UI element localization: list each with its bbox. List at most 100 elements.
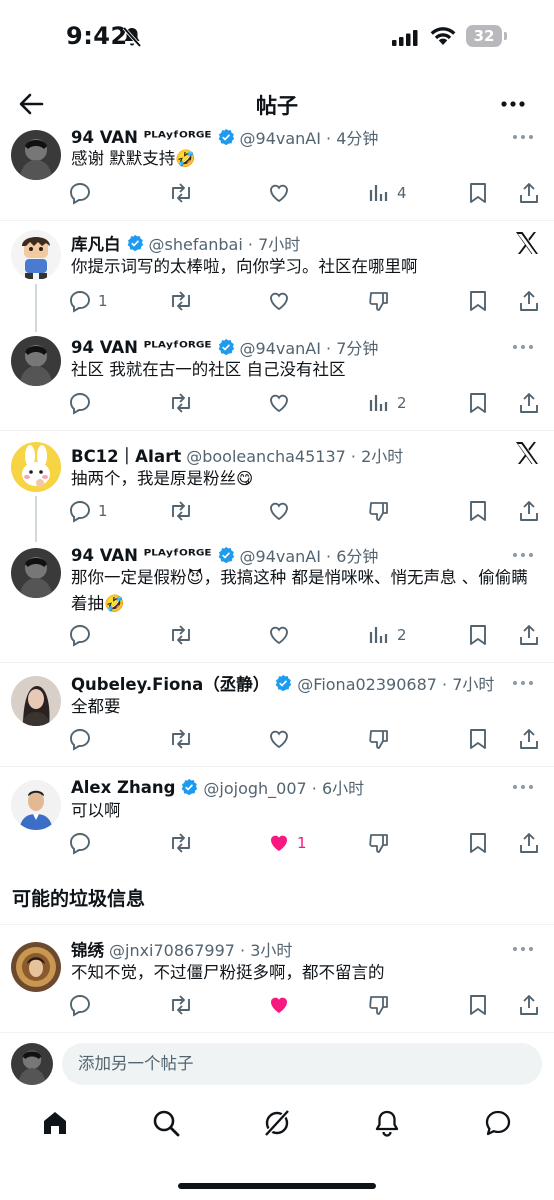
share-button[interactable] [518, 620, 540, 650]
avatar[interactable] [11, 230, 61, 280]
downvote-button[interactable] [367, 724, 391, 754]
reply-button[interactable] [68, 724, 92, 754]
handle-time[interactable]: @Fiona02390687 · 7小时 [297, 671, 494, 695]
downvote-button[interactable] [367, 496, 391, 526]
repost-button[interactable] [168, 286, 194, 316]
reply-post[interactable]: 94 VAN ᴾᴸᴬʸᶠᴼᴿᴳᴱ @94vanAI · 7分钟 社区 我就在古一… [0, 336, 554, 432]
share-button[interactable] [518, 286, 540, 316]
reply-button[interactable] [68, 178, 98, 208]
post-more-icon[interactable] [512, 784, 534, 790]
post-more-icon[interactable] [512, 680, 534, 686]
share-button[interactable] [518, 828, 540, 858]
bookmark-button[interactable] [467, 178, 489, 208]
display-name[interactable]: 94 VAN ᴾᴸᴬʸᶠᴼᴿᴳᴱ [71, 546, 212, 565]
avatar[interactable] [11, 942, 61, 992]
views-button[interactable]: 2 [367, 620, 407, 650]
like-button[interactable] [267, 286, 291, 316]
avatar[interactable] [11, 130, 61, 180]
views-button[interactable]: 2 [367, 388, 407, 418]
bookmark-button[interactable] [467, 724, 489, 754]
post-text: 感谢 默默支持🤣 [71, 149, 196, 168]
repost-button[interactable] [168, 828, 194, 858]
search-icon[interactable] [151, 1108, 181, 1138]
divider [0, 662, 554, 663]
avatar[interactable] [11, 780, 61, 830]
bookmark-button[interactable] [467, 286, 489, 316]
bookmark-button[interactable] [467, 496, 489, 526]
display-name[interactable]: BC12｜AIart [71, 443, 181, 467]
reply-post[interactable]: 94 VAN ᴾᴸᴬʸᶠᴼᴿᴳᴱ @94vanAI · 4分钟 感谢 默默支持🤣… [0, 124, 554, 220]
like-button[interactable]: 1 [267, 828, 307, 858]
avatar[interactable] [11, 676, 61, 726]
handle-time[interactable]: @jojogh_007 · 6小时 [203, 775, 364, 799]
handle-time[interactable]: @booleancha45137 · 2小时 [186, 443, 403, 467]
bookmark-button[interactable] [467, 828, 489, 858]
like-button[interactable] [267, 990, 291, 1020]
reply-button[interactable] [68, 388, 92, 418]
bookmark-button[interactable] [467, 620, 489, 650]
avatar[interactable] [11, 548, 61, 598]
handle-time[interactable]: @94vanAI · 6分钟 [240, 543, 379, 567]
like-button[interactable] [267, 496, 291, 526]
repost-button[interactable] [168, 388, 194, 418]
share-button[interactable] [518, 724, 540, 754]
reply-post[interactable]: 94 VAN ᴾᴸᴬʸᶠᴼᴿᴳᴱ @94vanAI · 6分钟 那你一定是假粉😈… [0, 544, 554, 662]
reply-button[interactable] [68, 828, 92, 858]
reply-post[interactable]: Qubeley.Fiona（丞静） @Fiona02390687 · 7小时 全… [0, 672, 554, 768]
like-button[interactable] [267, 388, 291, 418]
views-button[interactable]: 4 [367, 178, 407, 208]
display-name[interactable]: 锦绣 [71, 937, 104, 961]
share-button[interactable] [518, 388, 540, 418]
share-button[interactable] [518, 990, 540, 1020]
handle-time[interactable]: @jnxi70867997 · 3小时 [109, 937, 292, 961]
like-button[interactable] [267, 178, 291, 208]
bookmark-button[interactable] [467, 388, 489, 418]
reply-button[interactable] [68, 620, 92, 650]
page-title: 帖子 [256, 94, 298, 118]
downvote-button[interactable] [367, 828, 391, 858]
post-more-icon[interactable] [512, 552, 534, 558]
downvote-button[interactable] [367, 286, 391, 316]
divider [0, 924, 554, 925]
display-name[interactable]: 94 VAN ᴾᴸᴬʸᶠᴼᴿᴳᴱ [71, 338, 212, 357]
post-more-icon[interactable] [512, 344, 534, 350]
reply-post[interactable]: Alex Zhang @jojogh_007 · 6小时 可以啊 1 [0, 776, 554, 872]
messages-icon[interactable] [483, 1108, 513, 1138]
notifications-bell-icon[interactable] [372, 1108, 402, 1138]
post-more-icon[interactable] [512, 134, 534, 140]
post-more-icon[interactable] [512, 946, 534, 952]
more-options-icon[interactable] [500, 92, 526, 116]
repost-button[interactable] [168, 496, 194, 526]
cellular-signal-icon [392, 30, 418, 46]
repost-button[interactable] [168, 178, 194, 208]
share-button[interactable] [518, 496, 540, 526]
handle-time[interactable]: @94vanAI · 7分钟 [240, 335, 379, 359]
reply-button[interactable]: 1 [68, 286, 108, 316]
reply-button[interactable]: 1 [68, 496, 108, 526]
share-button[interactable] [518, 178, 540, 208]
post-text: 那你一定是假粉😈，我搞这种 都是悄咪咪、悄无声息 、偷偷瞒着抽🤣 [71, 568, 528, 613]
bookmark-button[interactable] [467, 990, 489, 1020]
display-name[interactable]: 库凡白 [71, 231, 121, 255]
reply-post[interactable]: 锦绣 @jnxi70867997 · 3小时 不知不觉，不过僵尸粉挺多啊，都不留… [0, 938, 554, 1030]
reply-post[interactable]: 库凡白 @shefanbai · 7小时 你提示词写的太棒啦，向你学习。社区在哪… [0, 230, 554, 334]
home-icon[interactable] [40, 1108, 70, 1138]
reply-button[interactable] [68, 990, 92, 1020]
like-button[interactable] [267, 620, 291, 650]
status-bar: 9:42 32 [0, 0, 554, 72]
handle-time[interactable]: @shefanbai · 7小时 [149, 231, 301, 255]
repost-button[interactable] [168, 724, 194, 754]
display-name[interactable]: Qubeley.Fiona（丞静） [71, 671, 269, 695]
display-name[interactable]: Alex Zhang [71, 778, 175, 797]
avatar[interactable] [11, 442, 61, 492]
add-post-input[interactable]: 添加另一个帖子 [62, 1043, 542, 1085]
reply-post[interactable]: BC12｜AIart @booleancha45137 · 2小时 抽两个，我是… [0, 440, 554, 544]
like-button[interactable] [267, 724, 291, 754]
repost-button[interactable] [168, 620, 194, 650]
downvote-button[interactable] [367, 990, 391, 1020]
my-avatar[interactable] [11, 1043, 53, 1085]
avatar[interactable] [11, 336, 61, 386]
grok-icon[interactable] [262, 1108, 292, 1138]
display-name[interactable]: 94 VAN ᴾᴸᴬʸᶠᴼᴿᴳᴱ [71, 128, 212, 147]
repost-button[interactable] [168, 990, 194, 1020]
